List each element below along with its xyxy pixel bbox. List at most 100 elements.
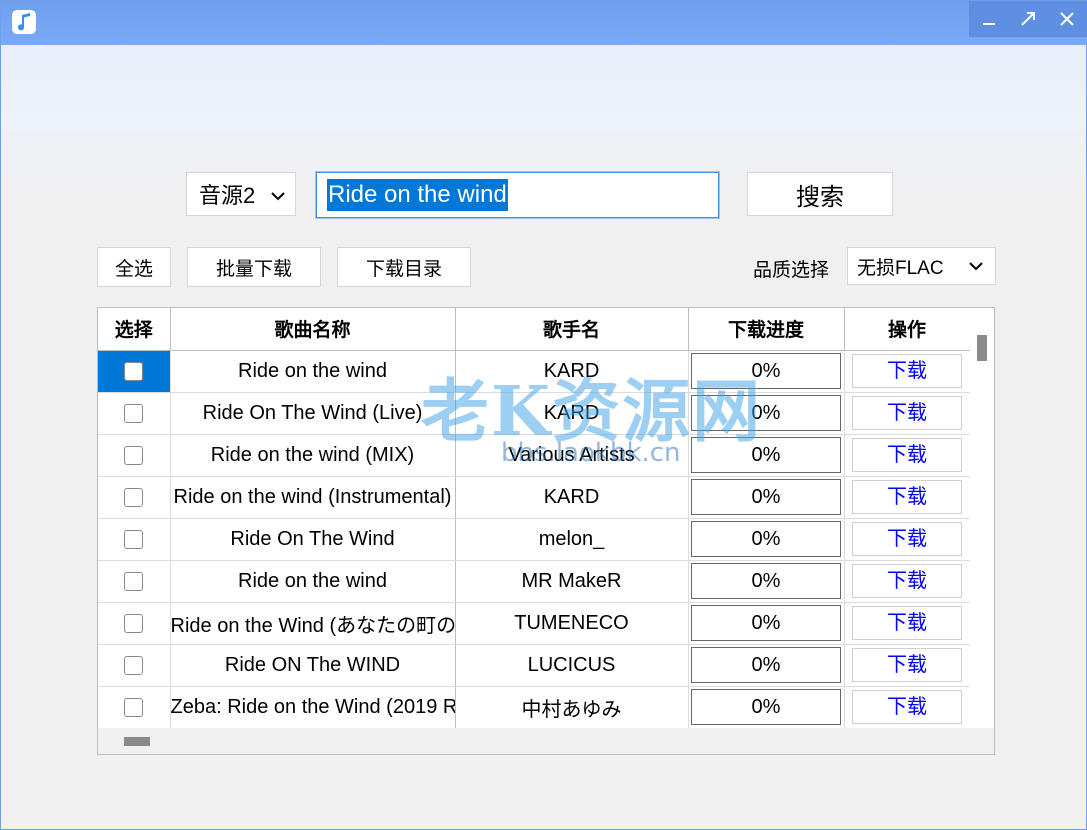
table-row[interactable]: Ride On The Wind (Live) KARD 0% 下载 xyxy=(98,392,971,435)
batch-download-button[interactable]: 批量下载 xyxy=(187,247,321,287)
table-row[interactable]: Ride ON The WIND LUCICUS 0% 下载 xyxy=(98,644,971,687)
source-value: 音源2 xyxy=(199,183,256,208)
progress-value: 0% xyxy=(691,395,841,431)
artist-cell: Various Artists xyxy=(455,434,689,477)
row-checkbox[interactable] xyxy=(124,403,144,423)
artist-cell: 中村あゆみ xyxy=(455,686,689,729)
title-bar[interactable] xyxy=(1,1,1087,45)
song-name: Ride on the wind (Instrumental) xyxy=(173,485,452,508)
row-checkbox[interactable] xyxy=(124,487,144,507)
action-cell: 下载 xyxy=(844,350,971,393)
song-table: 选择 歌曲名称 歌手名 下载进度 操作 Ride on the wind KARD… xyxy=(97,307,995,755)
song-name: Ride on the wind xyxy=(238,359,387,382)
artist-cell: LUCICUS xyxy=(455,644,689,687)
row-select-cell[interactable] xyxy=(98,644,171,687)
progress-cell: 0% xyxy=(688,518,845,561)
table-row[interactable]: Ride on the Wind (あなたの町の怪 TUMENECO 0% 下载 xyxy=(98,602,971,645)
table-row[interactable]: Ride On The Wind melon_ 0% 下载 xyxy=(98,518,971,561)
source-dropdown[interactable]: 音源2 xyxy=(186,172,296,216)
header-select[interactable]: 选择 xyxy=(98,308,171,351)
progress-value: 0% xyxy=(691,689,841,725)
row-checkbox[interactable] xyxy=(124,529,144,549)
progress-value: 0% xyxy=(691,647,841,683)
artist-cell: KARD xyxy=(455,392,689,435)
app-window: 音源2 Ride on the wind 搜索 全选 批量下载 下载目录 品质选… xyxy=(0,0,1087,830)
vertical-scrollbar[interactable] xyxy=(970,308,994,728)
artist-cell: TUMENECO xyxy=(455,602,689,645)
download-button[interactable]: 下载 xyxy=(852,648,962,682)
row-checkbox[interactable] xyxy=(124,571,144,591)
close-button[interactable] xyxy=(1047,1,1086,37)
maximize-button[interactable] xyxy=(1008,1,1047,37)
table-row[interactable]: Ride on the wind KARD 0% 下载 xyxy=(98,350,971,393)
header-artist[interactable]: 歌手名 xyxy=(455,308,689,351)
row-select-cell[interactable] xyxy=(98,392,171,435)
action-cell: 下载 xyxy=(844,518,971,561)
header-action[interactable]: 操作 xyxy=(844,308,971,351)
progress-cell: 0% xyxy=(688,560,845,603)
download-button[interactable]: 下载 xyxy=(852,438,962,472)
row-checkbox[interactable] xyxy=(124,655,144,675)
row-checkbox[interactable] xyxy=(124,361,144,381)
artist-cell: KARD xyxy=(455,350,689,393)
row-select-cell[interactable] xyxy=(98,476,171,519)
search-input[interactable]: Ride on the wind xyxy=(315,171,720,219)
table-row[interactable]: Ride on the wind (MIX) Various Artists 0% 下… xyxy=(98,434,971,477)
chevron-down-icon xyxy=(271,181,285,207)
table-row[interactable]: Ride on the wind (Instrumental) KARD 0% 下载 xyxy=(98,476,971,519)
progress-value: 0% xyxy=(691,605,841,641)
song-name-cell: Ride ON The WIND xyxy=(170,644,456,687)
minimize-button[interactable] xyxy=(969,1,1008,37)
quality-value: 无损FLAC xyxy=(857,257,944,279)
row-select-cell[interactable] xyxy=(98,518,171,561)
download-button[interactable]: 下载 xyxy=(852,396,962,430)
search-input-text: Ride on the wind xyxy=(327,179,508,211)
music-note-icon xyxy=(12,10,36,34)
download-button[interactable]: 下载 xyxy=(852,354,962,388)
action-cell: 下载 xyxy=(844,644,971,687)
download-button[interactable]: 下载 xyxy=(852,564,962,598)
action-cell: 下载 xyxy=(844,392,971,435)
action-cell: 下载 xyxy=(844,476,971,519)
row-checkbox[interactable] xyxy=(124,445,144,465)
select-all-button[interactable]: 全选 xyxy=(97,247,171,287)
horizontal-scroll-thumb[interactable] xyxy=(124,737,150,746)
progress-value: 0% xyxy=(691,479,841,515)
window-controls xyxy=(969,1,1087,37)
download-directory-button[interactable]: 下载目录 xyxy=(337,247,471,287)
action-cell: 下载 xyxy=(844,686,971,729)
download-button[interactable]: 下载 xyxy=(852,522,962,556)
row-select-cell[interactable] xyxy=(98,350,171,393)
song-name-cell: Ride on the wind xyxy=(170,350,456,393)
progress-value: 0% xyxy=(691,437,841,473)
action-cell: 下载 xyxy=(844,434,971,477)
row-select-cell[interactable] xyxy=(98,434,171,477)
download-button[interactable]: 下载 xyxy=(852,690,962,724)
row-checkbox[interactable] xyxy=(124,613,144,633)
progress-cell: 0% xyxy=(688,392,845,435)
header-progress[interactable]: 下载进度 xyxy=(688,308,845,351)
horizontal-scrollbar[interactable] xyxy=(98,728,994,754)
vertical-scroll-thumb[interactable] xyxy=(977,335,987,361)
row-checkbox[interactable] xyxy=(124,697,144,717)
song-name: Zeba: Ride on the Wind (2019 R xyxy=(170,695,455,718)
header-song-name[interactable]: 歌曲名称 xyxy=(170,308,456,351)
row-select-cell[interactable] xyxy=(98,686,171,729)
table-row[interactable]: Ride on the wind MR MakeR 0% 下载 xyxy=(98,560,971,603)
search-button[interactable]: 搜索 xyxy=(747,172,893,216)
song-name: Ride on the wind xyxy=(238,569,387,592)
artist-cell: melon_ xyxy=(455,518,689,561)
song-name-cell: Ride On The Wind (Live) xyxy=(170,392,456,435)
progress-cell: 0% xyxy=(688,644,845,687)
row-select-cell[interactable] xyxy=(98,560,171,603)
download-button[interactable]: 下载 xyxy=(852,606,962,640)
quality-dropdown[interactable]: 无损FLAC xyxy=(847,247,996,285)
quality-label: 品质选择 xyxy=(753,260,830,281)
song-name-cell: Ride on the wind xyxy=(170,560,456,603)
song-name: Ride ON The WIND xyxy=(224,653,401,676)
table-row[interactable]: Zeba: Ride on the Wind (2019 R 中村あゆみ 0% 下载 xyxy=(98,686,971,729)
download-button[interactable]: 下载 xyxy=(852,480,962,514)
row-select-cell[interactable] xyxy=(98,602,171,645)
artist-cell: MR MakeR xyxy=(455,560,689,603)
song-name: Ride on the Wind (あなたの町の怪 xyxy=(170,614,455,637)
